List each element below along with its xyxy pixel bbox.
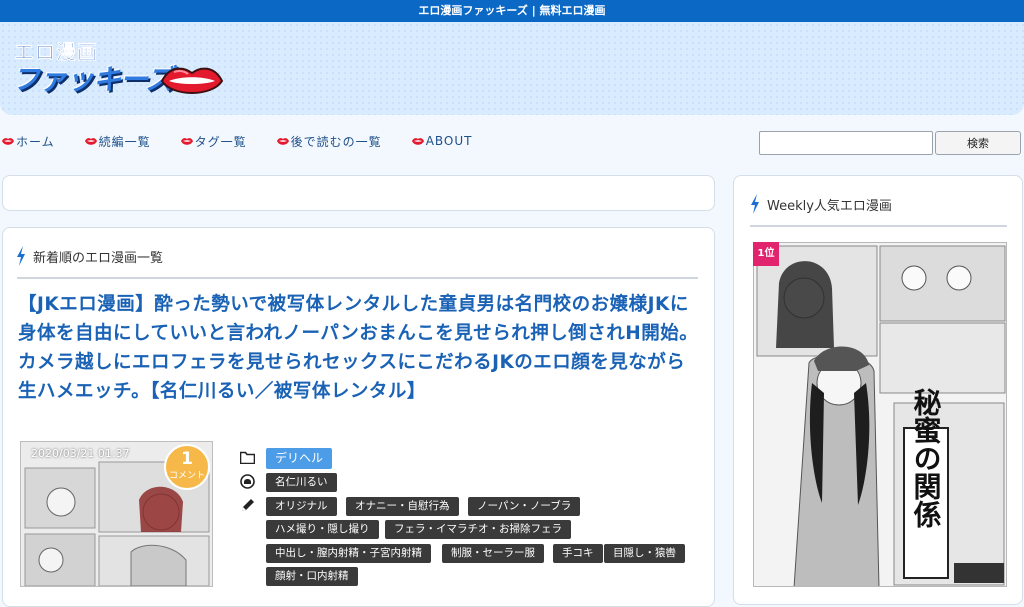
folder-icon [240, 451, 255, 464]
author-icon [240, 474, 255, 489]
nav-item-label: タグ一覧 [194, 134, 247, 149]
sidebar-divider [750, 225, 1007, 227]
nav-item-label: 続編一覧 [98, 134, 151, 149]
tag-facial[interactable]: 顔射・口内射精 [266, 567, 358, 586]
pencil-icon [242, 499, 254, 511]
site-header: エロ漫画 ファッキーズ [0, 22, 1024, 115]
nav-item-home[interactable]: ホーム [2, 133, 55, 150]
comment-label: コメント [168, 471, 205, 481]
cover-title-text: 秘蜜の関係 [910, 388, 943, 528]
category-tag[interactable]: デリヘル [266, 448, 333, 469]
logo-big-text: ファッキーズ [12, 63, 174, 96]
nav-item-label: ABOUT [425, 134, 473, 148]
site-top-text: エロ漫画ファッキーズ | 無料エロ漫画 [418, 4, 606, 17]
lips-icon [411, 137, 424, 145]
tag-blindfold[interactable]: 目隠し・猿轡 [604, 544, 685, 563]
site-top-bar: エロ漫画ファッキーズ | 無料エロ漫画 [0, 0, 1024, 22]
tag-masturbation[interactable]: オナニー・自慰行為 [346, 497, 459, 516]
sidebar-heading: Weekly人気エロ漫画 [750, 194, 892, 214]
nav-item-label: ホーム [16, 134, 55, 149]
post-title-link[interactable]: 【JKエロ漫画】酔った勢いで被写体レンタルした童貞男は名門校のお嬢様JKに身体を… [18, 290, 700, 406]
logo-lips-icon [160, 67, 224, 94]
tag-uniform[interactable]: 制服・セーラー服 [442, 544, 544, 563]
nav-item-read-later[interactable]: 後で読むの一覧 [276, 133, 382, 150]
tag-fellatio[interactable]: フェラ・イマラチオ・お掃除フェラ [385, 520, 571, 539]
author-tag[interactable]: 名仁川るい [266, 473, 337, 492]
tag-nopan[interactable]: ノーパン・ノーブラ [468, 497, 581, 516]
nav-item-tags[interactable]: タグ一覧 [180, 133, 247, 150]
lightning-icon [751, 194, 759, 214]
main-nav: ホーム 続編一覧 タグ一覧 後で読むの一覧 ABOUT [0, 128, 502, 154]
sidebar-section-title: Weekly人気エロ漫画 [767, 198, 892, 214]
search-input[interactable] [759, 131, 933, 155]
nav-item-sequels[interactable]: 続編一覧 [84, 133, 151, 150]
comment-count: 1 [181, 449, 193, 469]
empty-card [2, 175, 715, 211]
search-button[interactable]: 検索 [935, 131, 1021, 155]
lips-icon [276, 137, 289, 145]
rank-badge: 1位 [753, 242, 779, 266]
lips-icon [180, 137, 193, 145]
main-section-divider [17, 277, 698, 279]
lips-icon [2, 137, 14, 145]
main-section-heading: 新着順のエロ漫画一覧 [16, 246, 163, 266]
cover-illustration: 秘蜜の関係 [754, 243, 1006, 586]
post-date: 2020/03/21 01:37 [31, 447, 130, 460]
ranking-cover-image[interactable]: 秘蜜の関係 [753, 242, 1007, 587]
comment-count-badge[interactable]: 1 コメント [164, 444, 210, 490]
lightning-icon [17, 246, 25, 266]
main-section-title: 新着順のエロ漫画一覧 [33, 250, 164, 266]
nav-item-label: 後で読むの一覧 [290, 134, 382, 149]
tag-original[interactable]: オリジナル [266, 497, 337, 516]
lips-icon [84, 137, 97, 145]
tag-hidden-camera[interactable]: ハメ撮り・隠し撮り [266, 520, 379, 539]
tag-creampie[interactable]: 中出し・膣内射精・子宮内射精 [266, 544, 431, 563]
nav-item-about[interactable]: ABOUT [411, 134, 473, 148]
site-logo[interactable]: エロ漫画 ファッキーズ [12, 36, 227, 104]
tag-handjob[interactable]: 手コキ [553, 544, 603, 563]
